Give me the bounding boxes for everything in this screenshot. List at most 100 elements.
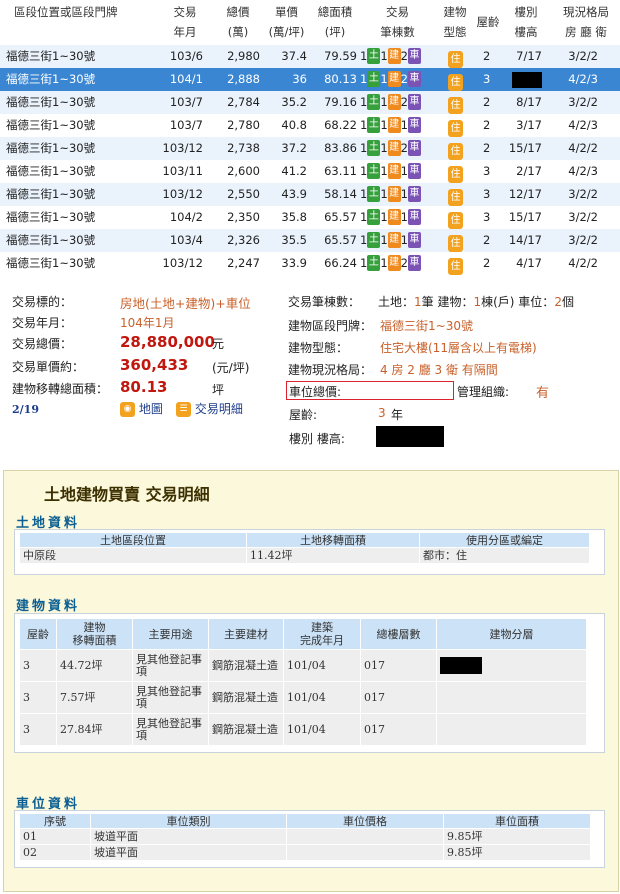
tag-building-icon: 建	[387, 116, 401, 133]
cell-layout: 3/2/2	[568, 95, 598, 109]
table-row[interactable]: 福德三街1~30號 103/6 2,980 37.4 79.59 1 土 1 建 2 車住 2 7/17…	[0, 45, 620, 68]
cell-total: 2,888	[227, 72, 260, 86]
cell-total: 2,550	[227, 187, 260, 201]
building-cell: 見其他登記事項	[133, 681, 209, 713]
residence-type-icon[interactable]: 住	[448, 166, 463, 183]
map-button[interactable]: ◉ 地圖	[120, 400, 163, 417]
cell-type: 住	[448, 162, 463, 185]
cell-age: 2	[483, 141, 491, 155]
count-land: 1	[360, 164, 368, 178]
cell-date: 104/2	[169, 210, 203, 224]
month-value: 104年1月	[120, 316, 175, 330]
table-row[interactable]: 福德三街1~30號 103/11 2,600 41.2 63.11 1 土 1 建 1 車住 3 2/1…	[0, 160, 620, 183]
residence-type-icon[interactable]: 住	[448, 120, 463, 137]
table-row[interactable]: 福德三街1~30號 103/7 2,780 40.8 68.22 1 土 1 建 1 車住 2 3/17…	[0, 114, 620, 137]
residence-type-icon[interactable]: 住	[448, 258, 463, 275]
age-unit: 年	[391, 408, 404, 422]
cell-unit: 41.2	[281, 164, 307, 178]
building-cell: 017	[361, 649, 437, 681]
cell-unit: 35.2	[281, 95, 307, 109]
floor-label: 樓別 樓高:	[289, 432, 345, 446]
table-row[interactable]: 福德三街1~30號 104/2 2,350 35.8 65.57 1 土 1 建 1 車住 3 15/1…	[0, 206, 620, 229]
count-building: 1	[380, 164, 388, 178]
count-building: 1	[380, 49, 388, 63]
tag-land-icon: 土	[367, 116, 381, 133]
tag-building-icon: 建	[387, 208, 401, 225]
count-land: 1	[360, 95, 368, 109]
count-parking: 1	[400, 187, 408, 201]
cell-date: 103/7	[169, 95, 203, 109]
floor-redacted	[440, 657, 482, 674]
building-header: 總樓層數	[361, 619, 437, 649]
header-layout[interactable]: 現況格局房 廳 衛	[555, 0, 617, 44]
header-age[interactable]: 屋齡	[473, 0, 503, 44]
unit-price-value: 360,433	[120, 356, 189, 374]
transaction-detail-button[interactable]: ☰ 交易明細	[176, 400, 243, 417]
building-cell: 017	[361, 681, 437, 713]
results-table: X 區段位置或區段門牌 交易年月 總價(萬) 單價(萬/坪) 總面積(坪) 交易…	[0, 0, 620, 276]
land-cell: 都市：住	[420, 547, 590, 563]
management-value: 有	[536, 386, 550, 401]
residence-type-icon[interactable]: 住	[448, 212, 463, 229]
cell-addr: 福德三街1~30號	[6, 187, 96, 201]
building-cell: 101/04	[284, 713, 361, 745]
count-label: 交易筆棟數：	[288, 295, 361, 309]
residence-type-icon[interactable]: 住	[448, 74, 463, 91]
cell-type: 住	[448, 185, 463, 208]
count-building: 1	[380, 141, 388, 155]
parking-header: 序號	[20, 814, 91, 828]
cell-area: 83.86	[324, 141, 357, 155]
cell-count: 1土1建2車	[360, 45, 421, 68]
cell-addr: 福德三街1~30號	[6, 72, 96, 86]
table-row[interactable]: 福德三街1~30號 103/12 2,550 43.9 58.14 1 土 1 建 1 車住 3 12/…	[0, 183, 620, 206]
results-header: 區段位置或區段門牌 交易 年月 總價 (萬) 單價 (萬/坪) 總面積 (坪) 交易 筆棟…	[0, 0, 620, 44]
count-land: 1	[360, 118, 368, 132]
header-unit[interactable]: 單價 (萬/坪)	[264, 0, 309, 44]
header-area[interactable]: 總面積 (坪)	[310, 0, 360, 44]
header-count[interactable]: 交易 筆棟數	[370, 0, 425, 44]
count-land: 1	[360, 49, 368, 63]
building-section-title: 建物資料	[16, 599, 81, 614]
residence-type-icon[interactable]: 住	[448, 97, 463, 114]
parking-cell: 02	[20, 844, 91, 860]
count-building: 1	[380, 210, 388, 224]
cell-addr: 福德三街1~30號	[6, 233, 96, 247]
header-location[interactable]: 區段位置或區段門牌	[14, 0, 144, 44]
table-row[interactable]: 福德三街1~30號 103/4 2,326 35.5 65.57 1 土 1 建 1 車住 2 14/1…	[0, 229, 620, 252]
cell-age: 3	[483, 187, 491, 201]
residence-type-icon[interactable]: 住	[448, 143, 463, 160]
table-row[interactable]: 福德三街1~30號 104/1 2,888 36 80.13 1 土 1 建 2 車住 3 4/2/3	[0, 68, 620, 91]
area-unit: 坪	[212, 383, 225, 397]
count-building: 1	[380, 256, 388, 270]
cell-area: 79.16	[324, 95, 357, 109]
parking-table: 序號 車位類別 車位價格 車位面積 01 坡道平面 9.85坪 02 坡道平面 9.85坪	[14, 810, 605, 868]
residence-type-icon[interactable]: 住	[448, 51, 463, 68]
table-row[interactable]: 福德三街1~30號 103/7 2,784 35.2 79.16 1 土 1 建 2 車住 2 8/17…	[0, 91, 620, 114]
age-label: 屋齡:	[289, 408, 318, 422]
total-price-unit: 元	[212, 337, 225, 351]
residence-type-icon[interactable]: 住	[448, 235, 463, 252]
header-date[interactable]: 交易 年月	[160, 0, 210, 44]
cell-count: 1土1建2車	[360, 91, 421, 114]
header-type[interactable]: 建物 型態	[438, 0, 472, 44]
count-building: 1	[380, 118, 388, 132]
tag-land-icon: 土	[367, 185, 381, 202]
cell-floor: 15/17	[508, 210, 542, 224]
floor-redacted	[376, 426, 444, 447]
month-label: 交易年月：	[12, 316, 73, 330]
count-land: 1	[360, 187, 368, 201]
cell-count: 1土1建1車	[360, 229, 421, 252]
cell-floor: 2/17	[516, 164, 542, 178]
table-row[interactable]: 福德三街1~30號 103/12 2,247 33.9 66.24 1 土 1 建 2 車住 2 4/1…	[0, 252, 620, 275]
cell-layout: 3/2/2	[568, 187, 598, 201]
cell-age: 2	[483, 256, 491, 270]
residence-type-icon[interactable]: 住	[448, 189, 463, 206]
header-floor[interactable]: 樓別 樓高	[506, 0, 546, 44]
building-cell: 鋼筋混凝土造	[209, 649, 284, 681]
cell-area: 65.57	[324, 233, 357, 247]
target-label: 交易標的：	[12, 295, 73, 309]
transaction-detail-popup: 土地建物買賣 交易明細 土地資料 土地區段位置 土地移轉面積 使用分區或編定 中原段 1…	[3, 470, 619, 892]
table-row[interactable]: 福德三街1~30號 103/12 2,738 37.2 83.86 1 土 1 建 2 車住 2 15/…	[0, 137, 620, 160]
header-total[interactable]: 總價 (萬)	[213, 0, 263, 44]
building-cell: 017	[361, 713, 437, 745]
